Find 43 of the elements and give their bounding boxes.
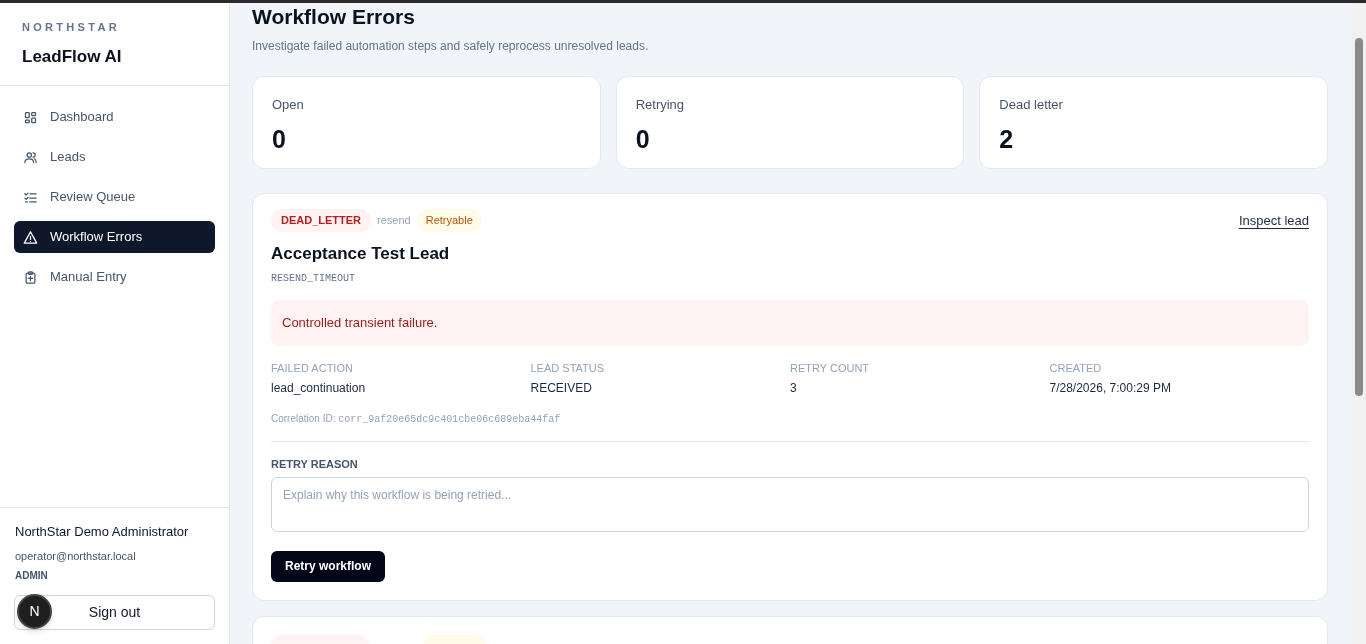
stat-label: Open (272, 96, 305, 114)
stat-value: 2 (999, 123, 1015, 155)
inspect-lead-link[interactable]: Inspect lead (1238, 210, 1309, 230)
field-label: RETRY COUNT (790, 360, 871, 376)
retry-workflow-button[interactable]: Retry workflow (271, 550, 385, 582)
field-value: lead_continuation (271, 380, 367, 397)
clipboard-icon (23, 269, 38, 285)
scrollbar[interactable] (1352, 3, 1366, 644)
stat-value: 0 (272, 123, 287, 155)
stat-label: Dead letter (999, 96, 1064, 114)
nav-item[interactable]: Dashboard (14, 101, 215, 133)
error-message: Controlled transient failure. (271, 300, 1309, 346)
field-value: 3 (790, 380, 798, 397)
retry-reason-field[interactable]: Explain why this workflow is being retried... (271, 476, 1309, 532)
brand-name: LeadFlow AI (22, 45, 123, 68)
lead-name: Acceptance Test Lead (271, 242, 451, 265)
page-title: Workflow Errors (252, 4, 416, 30)
retry-reason-label: RETRY REASON (271, 457, 359, 472)
nav-item[interactable]: Workflow Errors (14, 221, 215, 253)
user-email: operator@northstar.local (14, 548, 137, 564)
users-icon (23, 149, 38, 165)
brand-eyebrow: NORTHSTAR (22, 20, 121, 35)
correlation-label: Correlation ID: (271, 413, 336, 424)
page-subtitle: Investigate failed automation steps and safely reprocess unresolved leads. (252, 38, 650, 55)
stat-value: 0 (635, 123, 651, 155)
status-badge: DEAD_LETTER (271, 209, 372, 232)
field-label: LEAD STATUS (530, 360, 606, 376)
field-value: RECEIVED (530, 380, 593, 397)
retryable-badge: Retryable (416, 209, 482, 232)
grid-icon (23, 109, 38, 125)
action-tag: resend (377, 212, 411, 229)
stat-label: Retrying (635, 96, 686, 114)
user-role: ADMIN (14, 569, 49, 583)
nav-item[interactable]: Review Queue (14, 181, 215, 213)
field-value: 7/28/2026, 7:00:29 PM (1049, 380, 1172, 397)
user-name: NorthStar Demo Administrator (14, 523, 190, 541)
correlation-id: corr_9af20e65dc9c401cbe06c689eba44faf (338, 414, 561, 425)
nav-item[interactable]: Manual Entry (14, 261, 215, 293)
field-label: FAILED ACTION (271, 360, 354, 376)
field-label: CREATED (1049, 360, 1103, 376)
nav-item[interactable]: Leads (14, 141, 215, 173)
warning-icon (23, 229, 38, 245)
error-code: RESEND_TIMEOUT (271, 272, 356, 286)
